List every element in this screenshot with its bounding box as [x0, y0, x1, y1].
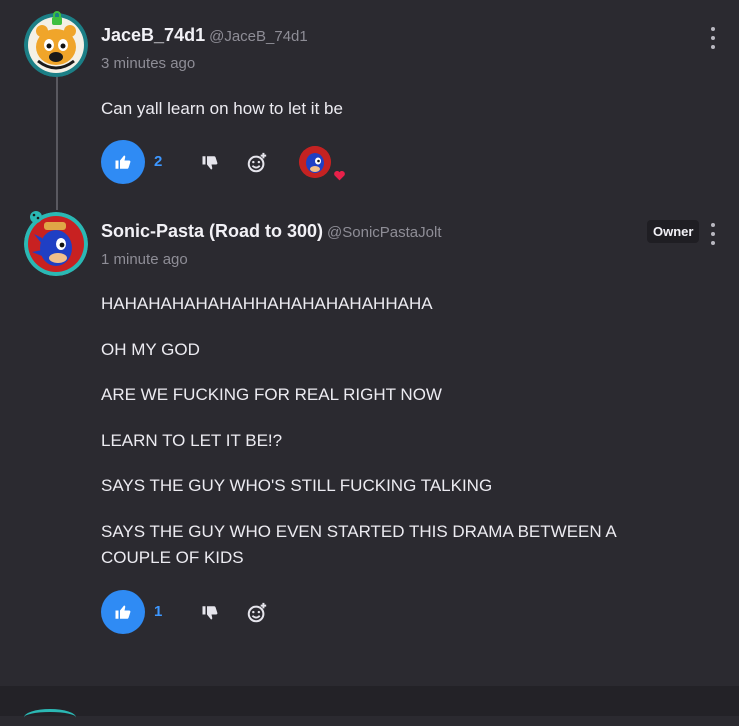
comment-text-line: ARE WE FUCKING FOR REAL RIGHT NOW — [101, 385, 442, 404]
comment-text: Can yall learn on how to let it be — [101, 99, 343, 118]
dislike-button[interactable] — [198, 151, 222, 175]
thumbs-down-icon — [202, 156, 218, 170]
username-text[interactable]: JaceB_74d1 — [101, 25, 205, 45]
cookie-icon — [30, 211, 42, 223]
owner-badge: Owner — [647, 220, 700, 243]
like-count: 1 — [154, 603, 163, 620]
more-vertical-icon[interactable] — [707, 27, 719, 49]
heart-icon — [334, 170, 345, 181]
lock-icon — [52, 11, 62, 25]
comment-2: Sonic-Pasta (Road to 300) @SonicPastaJolt… — [0, 200, 739, 680]
user-handle: @SonicPastaJolt — [327, 224, 442, 241]
add-emoji-icon — [247, 602, 267, 623]
add-reaction-button[interactable] — [245, 601, 269, 625]
like-count: 2 — [154, 153, 163, 170]
more-vertical-icon[interactable] — [707, 223, 719, 245]
comment-1: JaceB_74d1 @JaceB_74d1 3 minutes ago Can … — [0, 0, 739, 200]
username-text[interactable]: Sonic-Pasta (Road to 300) — [101, 221, 323, 241]
add-reaction-button[interactable] — [245, 151, 269, 175]
user-handle: @JaceB_74d1 — [209, 28, 308, 45]
comment-text-line: HAHAHAHAHAHAHHAHAHAHAHAHHAHA — [101, 294, 433, 313]
next-avatar-peek — [24, 709, 76, 726]
reaction-user-avatar[interactable] — [299, 146, 331, 178]
comment-timestamp: 1 minute ago — [101, 251, 188, 268]
comment-username[interactable]: Sonic-Pasta (Road to 300) @SonicPastaJolt — [101, 221, 442, 242]
add-emoji-icon — [247, 152, 267, 173]
dislike-button[interactable] — [198, 601, 222, 625]
comment-text-line: OH MY GOD — [101, 340, 200, 359]
comment-text-line: SAYS THE GUY WHO EVEN STARTED THIS DRAMA… — [101, 522, 616, 567]
comment-text-line: LEARN TO LET IT BE!? — [101, 431, 283, 450]
like-button[interactable] — [101, 590, 145, 634]
comment-timestamp: 3 minutes ago — [101, 55, 196, 72]
next-comment-strip — [0, 686, 739, 716]
comment-username[interactable]: JaceB_74d1 @JaceB_74d1 — [101, 25, 308, 46]
thumbs-up-icon — [115, 155, 131, 169]
thumbs-down-icon — [202, 606, 218, 620]
comment-text-line: SAYS THE GUY WHO'S STILL FUCKING TALKING — [101, 476, 493, 495]
like-button[interactable] — [101, 140, 145, 184]
thumbs-up-icon — [115, 605, 131, 619]
